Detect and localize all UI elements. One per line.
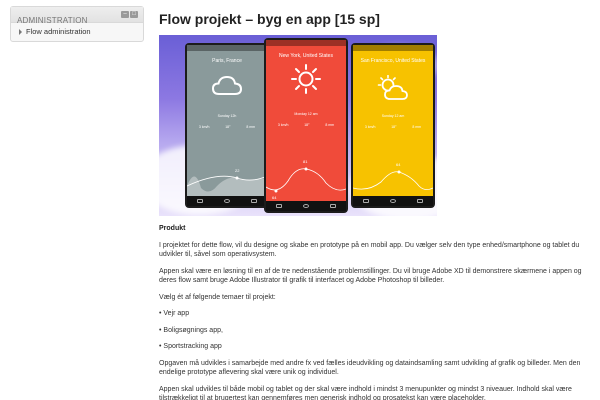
rain-stat: 8 mm (325, 123, 335, 127)
weather-stats: 3 km/h 18° 8 mm (353, 125, 433, 129)
phone-screen: New York, United States Monday 12 am 3 k… (266, 40, 346, 211)
weather-stats: 3 km/h 18° 8 mm (187, 125, 267, 129)
temp-stat: 18° (391, 125, 397, 129)
page-title: Flow projekt – byg en app [15 sp] (159, 11, 380, 27)
android-navbar (187, 196, 267, 206)
city-label: New York, United States (279, 53, 333, 59)
block-controls: – □ (121, 11, 138, 18)
city-label: Paris, France (212, 58, 242, 64)
android-navbar (266, 201, 346, 211)
temperature-graph: 22 (187, 168, 267, 196)
block-header: ADMINISTRATION – □ (11, 7, 143, 25)
minimize-icon[interactable]: – (121, 11, 129, 18)
main-content: Produkt I projektet for dette flow, vil … (159, 224, 597, 400)
wind-stat: 3 km/h (198, 125, 210, 129)
phone-mockup-left: Paris, France Sunday 12h 3 km/h 18° 8 mm… (185, 43, 269, 208)
weather-stats: 3 km/h 18° 8 mm (266, 123, 346, 127)
phone-mockup-right: San Francisco, United States Sunday 12 a… (351, 43, 435, 208)
phone-screen: San Francisco, United States Sunday 12 a… (353, 45, 433, 206)
paragraph: Vælg ét af følgende temaer til projekt: (159, 293, 276, 301)
sun-icon (291, 64, 321, 94)
rain-stat: 8 mm (412, 125, 422, 129)
wind-stat: 3 km/h (364, 125, 376, 129)
paragraph: Opgaven må udvikles i samarbejde med and… (159, 359, 581, 377)
temp-stat: 18° (225, 125, 231, 129)
bullet-item: • Vejr app (159, 310, 190, 317)
paragraph: I projektet for dette flow, vil du desig… (159, 241, 580, 259)
rain-stat: 8 mm (246, 125, 256, 129)
paragraph: Appen skal udvikles til både mobil og ta… (159, 385, 572, 400)
block-title: ADMINISTRATION (17, 16, 88, 25)
hero-image: Paris, France Sunday 12h 3 km/h 18° 8 mm… (159, 35, 437, 216)
wind-stat: 3 km/h (277, 123, 289, 127)
temperature-graph: 81 64 (266, 159, 346, 200)
bullet-item: • Boligsøgnings app, (159, 326, 223, 334)
city-label: San Francisco, United States (360, 58, 426, 64)
phone-mockup-center: New York, United States Monday 12 am 3 k… (264, 38, 348, 213)
date-label: Monday 12 am (294, 112, 318, 116)
partly-cloudy-icon (377, 75, 408, 100)
paragraph: Appen skal være en løsning til en af de … (159, 267, 582, 285)
peak-label: 22 (235, 168, 240, 173)
section-heading: Produkt (159, 225, 186, 232)
sidebar-item-label: Flow administration (26, 27, 91, 36)
dock-icon[interactable]: □ (130, 11, 138, 18)
android-navbar (353, 196, 433, 206)
date-label: Sunday 12 am (381, 114, 405, 118)
bullet-item: • Sportstracking app (159, 343, 222, 350)
temp-stat: 18° (304, 123, 310, 127)
peak-label: 64 (396, 162, 401, 167)
peak-label: 81 (303, 159, 308, 164)
expand-arrow-icon (19, 28, 22, 35)
phone-screen: Paris, France Sunday 12h 3 km/h 18° 8 mm… (187, 45, 267, 206)
temperature-graph: 64 (353, 162, 433, 190)
administration-block: ADMINISTRATION – □ Flow administration (10, 6, 144, 42)
date-label: Sunday 12h (217, 114, 237, 118)
low-label: 64 (272, 195, 277, 200)
cloud-icon (212, 75, 242, 95)
